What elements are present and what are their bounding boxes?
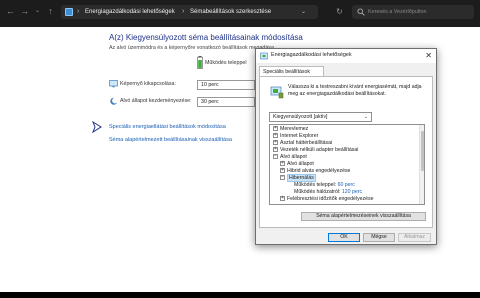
power-plan-select[interactable]: Kiegyensúlyozott [aktív] ⌄	[269, 112, 372, 122]
advanced-settings-panel: Válassza ki a testreszabni kívánt energi…	[259, 76, 433, 228]
tree-setting-on-battery[interactable]: Működés teleppel: 60 perc	[294, 182, 355, 189]
chevron-down-icon: ⌄	[363, 114, 368, 120]
tree-item[interactable]: + Internet Explorer	[273, 133, 318, 140]
dialog-title: Energiagazdálkodási lehetőségek	[271, 52, 352, 58]
forward-arrow-icon[interactable]: →	[19, 6, 30, 17]
back-arrow-icon[interactable]: ←	[5, 6, 16, 17]
page-title: A(z) Kiegyensúlyozott séma beállításaina…	[109, 33, 303, 42]
recent-chevron-icon[interactable]: ⌄	[32, 6, 43, 17]
tree-item[interactable]: + Alvó állapot	[280, 161, 314, 168]
display-off-select[interactable]: 10 perc	[197, 80, 255, 90]
moon-icon	[110, 97, 118, 105]
address-dropdown-icon[interactable]: ⌄	[301, 6, 306, 18]
expand-icon[interactable]: +	[273, 133, 278, 139]
expand-icon[interactable]: +	[273, 147, 278, 153]
expand-icon[interactable]: +	[280, 196, 285, 202]
restore-defaults-link[interactable]: Séma alapértelmezett beállításainak viss…	[109, 137, 232, 143]
scrollbar-thumb[interactable]	[421, 131, 424, 171]
monitor-icon	[109, 80, 118, 88]
expand-icon[interactable]: +	[273, 126, 278, 132]
power-plan-icon	[270, 86, 284, 99]
breadcrumb-power-options[interactable]: Energiagazdálkodási lehetőségek	[85, 6, 175, 18]
cancel-button[interactable]: Mégse	[363, 233, 395, 242]
tree-scrollbar[interactable]	[419, 125, 424, 204]
tree-setting-plugged-in[interactable]: Működés hálózatról: 120 perc	[294, 189, 362, 196]
power-plan-value: Kiegyensúlyozott [aktív]	[273, 114, 328, 120]
up-arrow-icon[interactable]: ↑	[45, 6, 56, 17]
tree-item[interactable]: + Merevlemez	[273, 126, 308, 133]
breadcrumb-separator-icon: ›	[77, 8, 80, 15]
apply-button[interactable]: Alkalmaz	[398, 233, 431, 242]
display-off-label: Képernyő kikapcsolása:	[120, 81, 176, 87]
sleep-label: Alvó állapot kezdeményezése:	[120, 98, 192, 104]
page-description: Az alvó üzemmódra és a képernyőre vonatk…	[109, 45, 276, 51]
panel-description: Válassza ki a testreszabni kívánt energi…	[288, 84, 422, 97]
address-bar[interactable]: › Energiagazdálkodási lehetőségek › Séma…	[61, 5, 318, 19]
restore-plan-defaults-button[interactable]: Séma alapértelmezéseinek visszaállítása	[301, 212, 426, 221]
sleep-select[interactable]: 30 perc	[197, 97, 255, 107]
tree-item[interactable]: − Alvó állapot	[273, 154, 307, 161]
settings-tree[interactable]: + Merevlemez + Internet Explorer + Asztal h…	[269, 124, 425, 205]
taskbar	[0, 292, 480, 298]
control-panel-icon	[65, 8, 73, 16]
collapse-icon[interactable]: −	[273, 154, 278, 160]
battery-icon	[197, 56, 203, 69]
close-icon[interactable]: ✕	[425, 50, 432, 62]
breadcrumb-edit-plan[interactable]: Sémabeállítások szerkesztése	[190, 6, 271, 18]
dialog-titlebar[interactable]: Energiagazdálkodási lehetőségek ✕	[256, 49, 436, 63]
advanced-settings-link[interactable]: Speciális energiaellátási beállítások mó…	[109, 124, 226, 130]
on-battery-column-header: Működés teleppel	[205, 60, 247, 66]
search-icon	[357, 8, 365, 16]
expand-icon[interactable]: +	[280, 161, 285, 167]
collapse-icon[interactable]: −	[280, 175, 285, 181]
tree-item[interactable]: + Felébresztési időzítők engedélyezése	[280, 196, 374, 203]
power-options-icon	[260, 52, 268, 60]
breadcrumb-separator-icon: ›	[182, 8, 185, 15]
explorer-header: ← → ⌄ ↑ › Energiagazdálkodási lehetősége…	[0, 0, 480, 27]
tree-item[interactable]: + Vezeték nélküli adapter beállításai	[273, 147, 358, 154]
mouse-cursor-icon	[92, 121, 102, 133]
expand-icon[interactable]: +	[273, 140, 278, 146]
search-input[interactable]: Keresés a Vezérlőpulton	[352, 5, 474, 19]
tree-item-selected[interactable]: − Hibernálás	[280, 174, 316, 182]
search-placeholder: Keresés a Vezérlőpulton	[368, 9, 427, 15]
tree-item[interactable]: + Asztal háttérbeállításai	[273, 140, 332, 147]
power-options-dialog: Energiagazdálkodási lehetőségek ✕ Speciá…	[255, 48, 437, 245]
refresh-icon[interactable]: ↻	[334, 6, 345, 17]
expand-icon[interactable]: +	[280, 168, 285, 174]
ok-button[interactable]: OK	[328, 233, 360, 242]
